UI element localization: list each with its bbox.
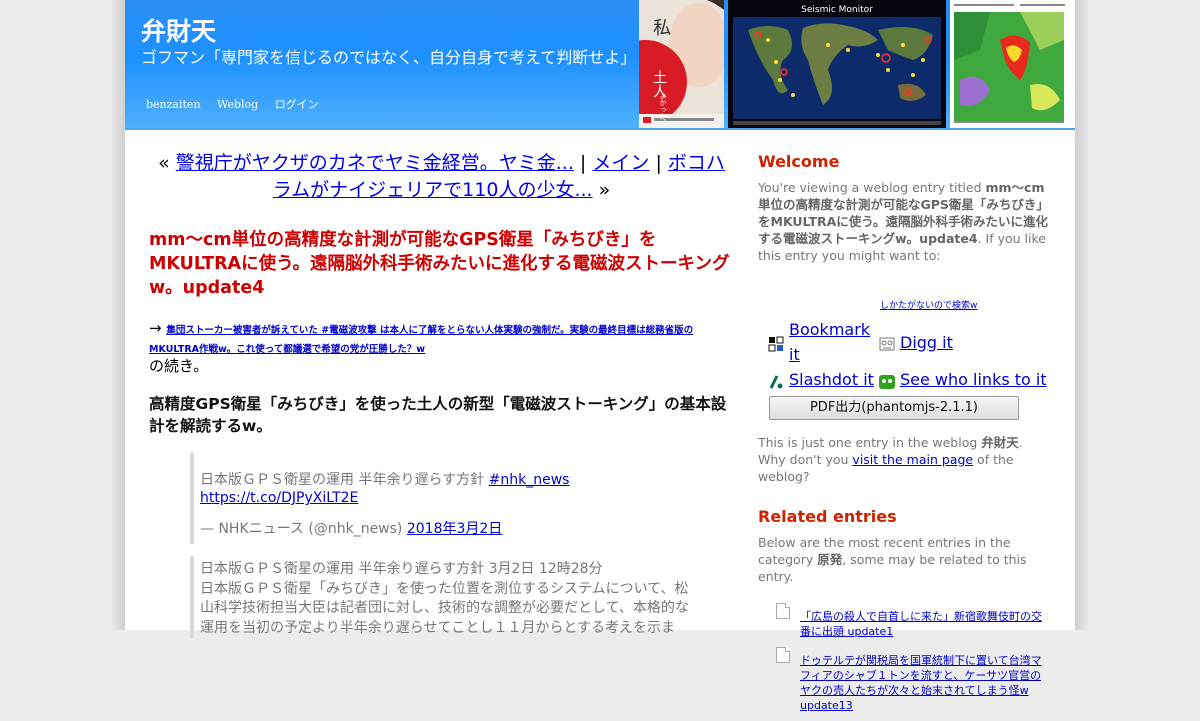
- related-list: 「広島の殺人で自首しに来た」新宿歌舞伎町の交番に出頭 update1 ドゥテルテ…: [776, 603, 1050, 713]
- seismic-title: Seismic Monitor: [801, 5, 873, 15]
- site-description: ゴフマン「専門家を信じるのではなく、自分自身で考えて判断せよ」: [141, 48, 637, 67]
- search-note-link[interactable]: しかたがないので検索w: [880, 301, 977, 311]
- see-who-link[interactable]: See who links to it: [900, 367, 1047, 392]
- poster-char-3: よかった。: [659, 92, 667, 127]
- tweet-date-link[interactable]: 2018年3月2日: [407, 521, 502, 537]
- poster-char-1: 私: [653, 18, 671, 39]
- page-shadow-left: [110, 0, 125, 630]
- tweet-quote: 日本版ＧＰＳ衛星の運用 半年余り遅らす方針 #nhk_news https://…: [190, 453, 734, 544]
- related-entry-link[interactable]: 「広島の殺人で自首しに来た」新宿歌舞伎町の交番に出頭 update1: [800, 609, 1050, 639]
- weather-map-graphic: [950, 0, 1075, 128]
- search-note: しかたがないので検索w: [880, 298, 1050, 311]
- related-intro: Below are the most recent entries in the…: [758, 534, 1050, 585]
- just-one-entry-text: This is just one entry in the weblog 弁財天…: [758, 434, 1050, 485]
- document-icon: [776, 603, 790, 619]
- weather-map-image[interactable]: [950, 0, 1075, 128]
- welcome-pre: You're viewing a weblog entry titled: [758, 180, 986, 195]
- related-entries: Related entries Below are the most recen…: [758, 507, 1050, 713]
- related-entry-link[interactable]: ドゥテルテが関税局を国軍統制下に置いて台湾マフィアのシャブ１トンを流すと、ケーサ…: [800, 653, 1050, 713]
- continued-suffix: の続き。: [149, 357, 209, 375]
- related-heading: Related entries: [758, 507, 897, 526]
- page-shadow-right: [1075, 0, 1090, 630]
- pager-separator-1: |: [579, 152, 587, 174]
- welcome-text: You're viewing a weblog entry titled mm～…: [758, 179, 1050, 264]
- poster-image[interactable]: 私 土人 よかった。: [639, 0, 724, 128]
- site-nav: benzaiten Weblog ログイン: [146, 96, 332, 112]
- prev-marker: «: [158, 152, 170, 174]
- main-content: « 警視庁がヤクザのカネでヤミ金経営。ヤミ金... | メイン | ボコハラムが…: [149, 150, 734, 638]
- technorati-icon: [879, 372, 895, 389]
- tweet-url-link[interactable]: https://t.co/DJPyXiLT2E: [200, 490, 358, 506]
- blog-name: 弁財天: [981, 435, 1019, 450]
- page: 弁財天 ゴフマン「専門家を信じるのではなく、自分自身で考えて判断せよ」 benz…: [125, 0, 1075, 712]
- seismic-monitor-image[interactable]: Seismic Monitor: [728, 0, 946, 128]
- digg-link[interactable]: Digg it: [900, 330, 953, 355]
- see-who-item: See who links to it: [879, 367, 1047, 392]
- share-row-1: Bookmark it Digg it: [768, 317, 1050, 367]
- nav-item-benzaiten[interactable]: benzaiten: [146, 98, 201, 111]
- related-category: 原発: [817, 552, 843, 567]
- just-one-pre: This is just one entry in the weblog: [758, 435, 982, 450]
- continued-from-link[interactable]: 集団ストーカー被害者が訴えていた #電磁波攻撃 は本人に了解をとらない人体実験の…: [149, 325, 693, 355]
- digg-item: Digg it: [879, 317, 953, 367]
- pdf-export-button[interactable]: PDF出力(phantomjs-2.1.1): [769, 396, 1019, 420]
- seismic-map-graphic: Seismic Monitor: [728, 0, 946, 128]
- slashdot-icon: [768, 372, 784, 389]
- share-links: Bookmark it Digg it Slashdot it See who …: [768, 317, 1050, 392]
- poster-graphic: 私 土人 よかった。: [639, 0, 724, 128]
- next-marker: »: [598, 179, 611, 201]
- tweet-hashtag-link[interactable]: #nhk_news: [489, 472, 570, 488]
- welcome-heading: Welcome: [758, 152, 840, 171]
- entry-subheading: 高精度GPS衛星「みちびき」を使った土人の新型「電磁波ストーキング」の基本設計を…: [149, 395, 727, 435]
- entry-title: mm～cm単位の高精度な計測が可能なGPS衛星「みちびき」をMKULTRAに使う…: [149, 230, 730, 298]
- pager-separator-2: |: [655, 152, 662, 174]
- news-quote-text: 日本版ＧＰＳ衛星の運用 半年余り遅らす方針 3月2日 12時28分 日本版ＧＰＳ…: [200, 561, 689, 636]
- tweet-attribution: — NHKニュース (@nhk_news) 2018年3月2日: [200, 520, 734, 538]
- digg-icon: [879, 334, 895, 351]
- slashdot-link[interactable]: Slashdot it: [789, 367, 874, 392]
- nav-item-login[interactable]: ログイン: [275, 98, 319, 111]
- sidebar: Welcome You're viewing a weblog entry ti…: [758, 152, 1050, 721]
- visit-main-page-link[interactable]: visit the main page: [852, 452, 973, 467]
- list-item: ドゥテルテが関税局を国軍統制下に置いて台湾マフィアのシャブ１トンを流すと、ケーサ…: [776, 647, 1050, 713]
- continued-from: → 集団ストーカー被害者が訴えていた #電磁波攻撃 は本人に了解をとらない人体実…: [149, 320, 734, 375]
- site-title[interactable]: 弁財天: [141, 12, 216, 48]
- list-item: 「広島の殺人で自首しに来た」新宿歌舞伎町の交番に出頭 update1: [776, 603, 1050, 639]
- tweet-text: 日本版ＧＰＳ衛星の運用 半年余り遅らす方針 #nhk_news https://…: [200, 471, 734, 507]
- bookmark-item: Bookmark it: [768, 317, 879, 367]
- site-banner: 弁財天 ゴフマン「専門家を信じるのではなく、自分自身で考えて判断せよ」 benz…: [125, 0, 1075, 130]
- tweet-body: 日本版ＧＰＳ衛星の運用 半年余り遅らす方針: [200, 472, 489, 488]
- nav-item-weblog[interactable]: Weblog: [217, 98, 258, 111]
- news-quote: 日本版ＧＰＳ衛星の運用 半年余り遅らす方針 3月2日 12時28分 日本版ＧＰＳ…: [190, 556, 690, 638]
- arrow-icon: →: [149, 319, 162, 337]
- tweet-author: — NHKニュース (@nhk_news): [200, 521, 407, 537]
- main-page-link[interactable]: メイン: [592, 152, 649, 174]
- entry-pager: « 警視庁がヤクザのカネでヤミ金経営。ヤミ金... | メイン | ボコハラムが…: [149, 150, 734, 204]
- share-row-2: Slashdot it See who links to it: [768, 367, 1050, 392]
- prev-entry-link[interactable]: 警視庁がヤクザのカネでヤミ金経営。ヤミ金...: [176, 152, 574, 174]
- document-icon: [776, 647, 790, 663]
- bookmark-link[interactable]: Bookmark it: [789, 317, 879, 367]
- bookmark-icon: [768, 334, 784, 352]
- slashdot-item: Slashdot it: [768, 367, 879, 392]
